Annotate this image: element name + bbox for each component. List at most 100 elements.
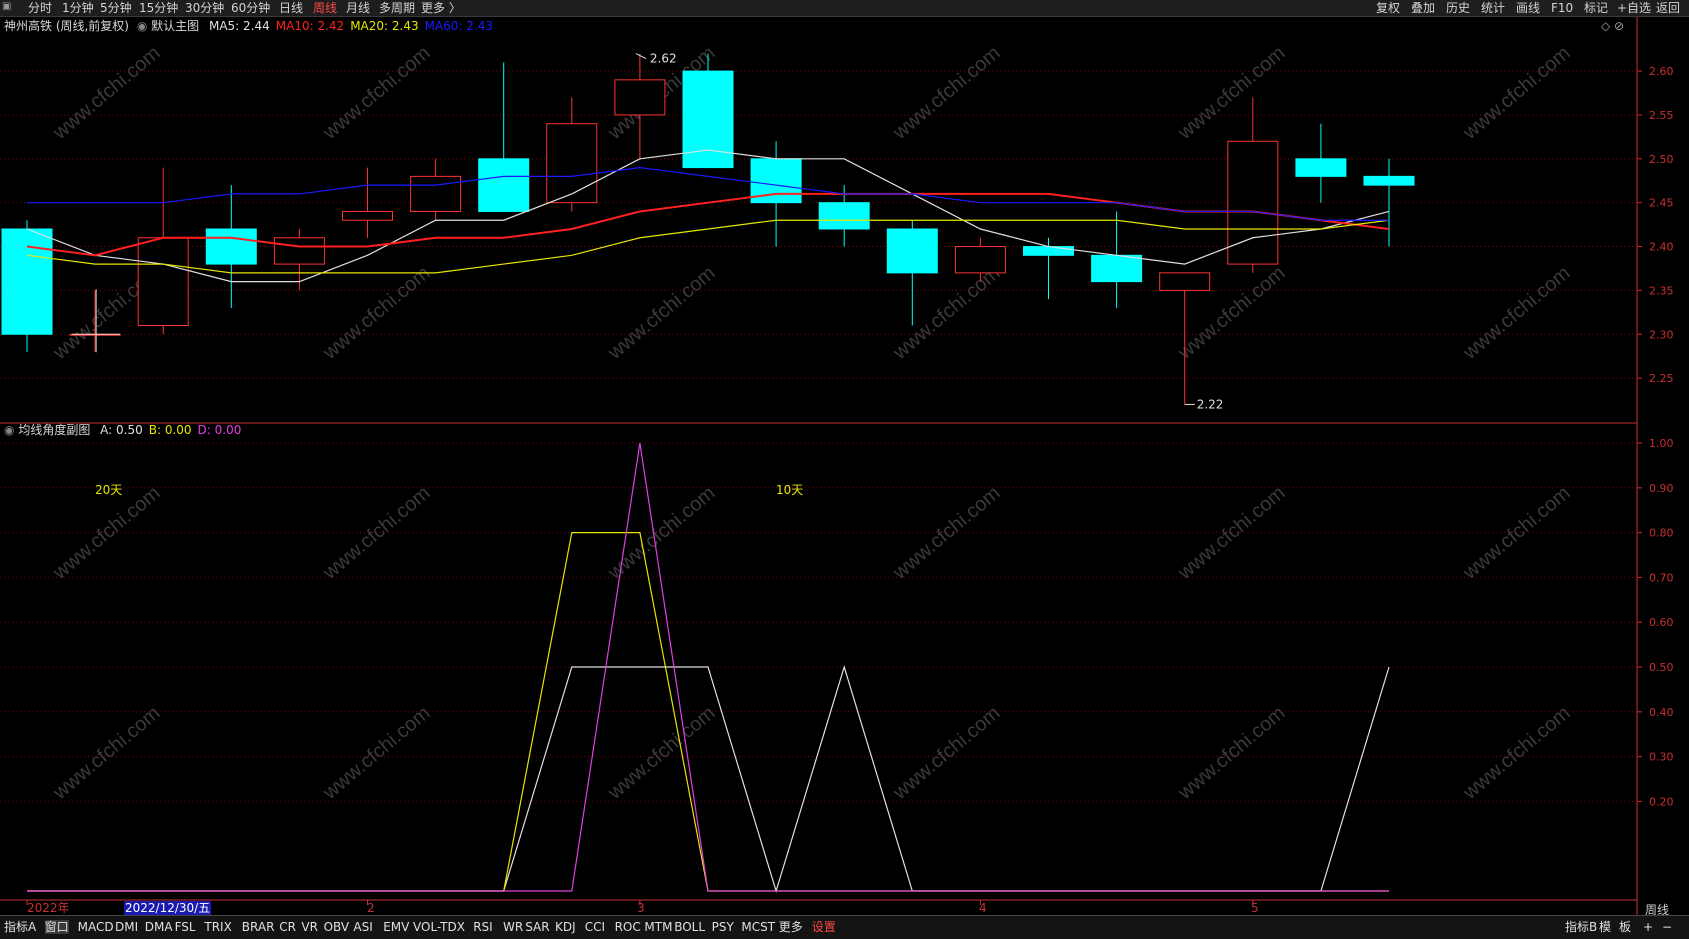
indicator-tab-24[interactable]: 更多 (779, 920, 803, 934)
bottom-right-button-0[interactable]: 指标B (1565, 920, 1597, 934)
indicator-tab-11[interactable]: ASI (353, 920, 372, 934)
sub-y-tick-label: 0.30 (1649, 751, 1674, 764)
indicator-tabs-bar: 指标A 窗口 MACD DMI DMA FSL TRIX BRAR CR VR OBV ASI EMV V… (0, 915, 1689, 939)
sub-y-tick-label: 1.00 (1649, 437, 1674, 450)
watermark-text: www.cfchi.com (888, 702, 1004, 805)
watermark-text: www.cfchi.com (1173, 482, 1289, 585)
indicator-tab-13[interactable]: VOL-TDX (413, 920, 465, 934)
stock-title[interactable]: 神州高铁 (周线,前复权) (4, 19, 129, 33)
candle-body (1363, 175, 1415, 186)
indicator-tab-16[interactable]: SAR (525, 920, 549, 934)
candle-body (682, 70, 734, 169)
indicator-tab-4[interactable]: DMA (145, 920, 173, 934)
panel-tool-icons[interactable]: ◇ ⊘ (1601, 19, 1624, 33)
stock-chart-canvas[interactable]: www.cfchi.com www.cfchi.com www.cfchi.com w… (0, 0, 1689, 915)
bottom-right-button-2[interactable]: 板 (1619, 920, 1631, 934)
candle-body (1295, 158, 1347, 177)
candle-body (1091, 254, 1143, 283)
main-y-tick-label: 2.55 (1649, 109, 1674, 122)
main-y-tick-label: 2.25 (1649, 372, 1674, 385)
candle-body (478, 158, 530, 212)
indicator-tab-23[interactable]: MCST (741, 920, 775, 934)
watermark-text: www.cfchi.com (603, 262, 719, 365)
indicator-tab-9[interactable]: VR (301, 920, 318, 934)
low-price-marker: 2.22 (1197, 397, 1224, 411)
indicator-tab-6[interactable]: TRIX (204, 920, 231, 934)
high-price-marker: 2.62 (650, 52, 677, 66)
indicator-tab-17[interactable]: KDJ (555, 920, 576, 934)
main-y-tick-label: 2.30 (1649, 328, 1674, 341)
indicator-tab-12[interactable]: EMV (383, 920, 409, 934)
high-marker-arrow (635, 53, 647, 59)
sub-legend-item-0: A: 0.50 (100, 423, 143, 437)
x-axis-label-5: 5 (1251, 901, 1259, 915)
indicator-tab-14[interactable]: RSI (473, 920, 493, 934)
sub-legend-item-2: D: 0.00 (197, 423, 242, 437)
indicator-tab-7[interactable]: BRAR (242, 920, 275, 934)
candle-body (205, 228, 257, 265)
watermark-text: www.cfchi.com (48, 702, 164, 805)
x-axis-label-1: 2022/12/30/五 (124, 901, 212, 915)
candle-body (1159, 272, 1211, 291)
sub-y-tick-label: 0.90 (1649, 482, 1674, 495)
candle-body (137, 237, 189, 326)
bottom-right-button-4[interactable]: − (1662, 920, 1672, 934)
candle-body (1227, 140, 1279, 265)
sub-y-tick-label: 0.20 (1649, 795, 1674, 808)
watermark-text: www.cfchi.com (318, 482, 434, 585)
sub-y-tick-label: 0.50 (1649, 661, 1674, 674)
annotation-20-days: 20天 (95, 483, 123, 497)
candle-body (818, 202, 870, 230)
sub-indicator-name[interactable]: 均线角度副图 (18, 423, 90, 437)
candle-body (1, 228, 53, 335)
main-y-tick-label: 2.35 (1649, 284, 1674, 297)
indicator-tab-25[interactable]: 设置 (812, 920, 836, 934)
candle-body (1023, 246, 1074, 256)
candle-body (886, 228, 938, 274)
indicator-tab-15[interactable]: WR (503, 920, 523, 934)
indicator-tab-19[interactable]: ROC (615, 920, 641, 934)
watermark-text: www.cfchi.com (1458, 482, 1574, 585)
main-y-tick-label: 2.45 (1649, 197, 1674, 210)
sub-y-tick-label: 0.80 (1649, 527, 1674, 540)
indicator-tab-20[interactable]: MTM (644, 920, 672, 934)
main-chart-legend: 神州高铁 (周线,前复权) ◉ 默认主图 MA5: 2.44 MA10: 2.42… (4, 19, 493, 33)
indicator-tab-5[interactable]: FSL (175, 920, 196, 934)
x-axis-label-4: 4 (979, 901, 987, 915)
watermark-text: www.cfchi.com (1173, 702, 1289, 805)
x-axis-label-0: 2022年 (27, 901, 70, 915)
indicator-tab-22[interactable]: PSY (712, 920, 734, 934)
sub-indicator-menu-icon[interactable]: ◉ (4, 423, 14, 437)
main-y-tick-label: 2.60 (1649, 65, 1674, 78)
sub-y-tick-label: 0.70 (1649, 571, 1674, 584)
ma-legend-item-1: MA10: 2.42 (275, 19, 345, 33)
indicator-dropdown-icon[interactable]: ◉ (137, 19, 147, 33)
bottom-right-button-3[interactable]: + (1643, 920, 1653, 934)
main-indicator-name[interactable]: 默认主图 (151, 19, 199, 33)
indicator-tab-18[interactable]: CCI (585, 920, 605, 934)
watermark-text: www.cfchi.com (48, 42, 164, 145)
watermark-text: www.cfchi.com (1458, 262, 1574, 365)
indicator-tab-0[interactable]: 指标A (4, 920, 36, 934)
watermark-text: www.cfchi.com (603, 702, 719, 805)
indicator-tab-8[interactable]: CR (279, 920, 296, 934)
indicator-tab-1[interactable]: 窗口 (44, 920, 69, 934)
candle-body (614, 79, 666, 116)
sub-y-tick-label: 0.60 (1649, 616, 1674, 629)
indicator-tab-2[interactable]: MACD (78, 920, 114, 934)
ma-legend-item-0: MA5: 2.44 (208, 19, 270, 33)
indicator-tab-10[interactable]: OBV (324, 920, 350, 934)
candle-body (546, 123, 598, 204)
ma-legend-item-2: MA20: 2.43 (350, 19, 419, 33)
sub-y-tick-label: 0.40 (1649, 706, 1674, 719)
watermark-text: www.cfchi.com (318, 262, 434, 365)
watermark-text: www.cfchi.com (1173, 42, 1289, 145)
indicator-tab-3[interactable]: DMI (115, 920, 138, 934)
candle-body (273, 237, 325, 265)
watermark-text: www.cfchi.com (1458, 42, 1574, 145)
bottom-right-button-1[interactable]: 模 (1599, 920, 1611, 934)
candle-body (410, 175, 462, 212)
ma-legend-item-3: MA60: 2.43 (424, 19, 494, 33)
indicator-tab-21[interactable]: BOLL (674, 920, 705, 934)
watermark-text: www.cfchi.com (888, 42, 1004, 145)
